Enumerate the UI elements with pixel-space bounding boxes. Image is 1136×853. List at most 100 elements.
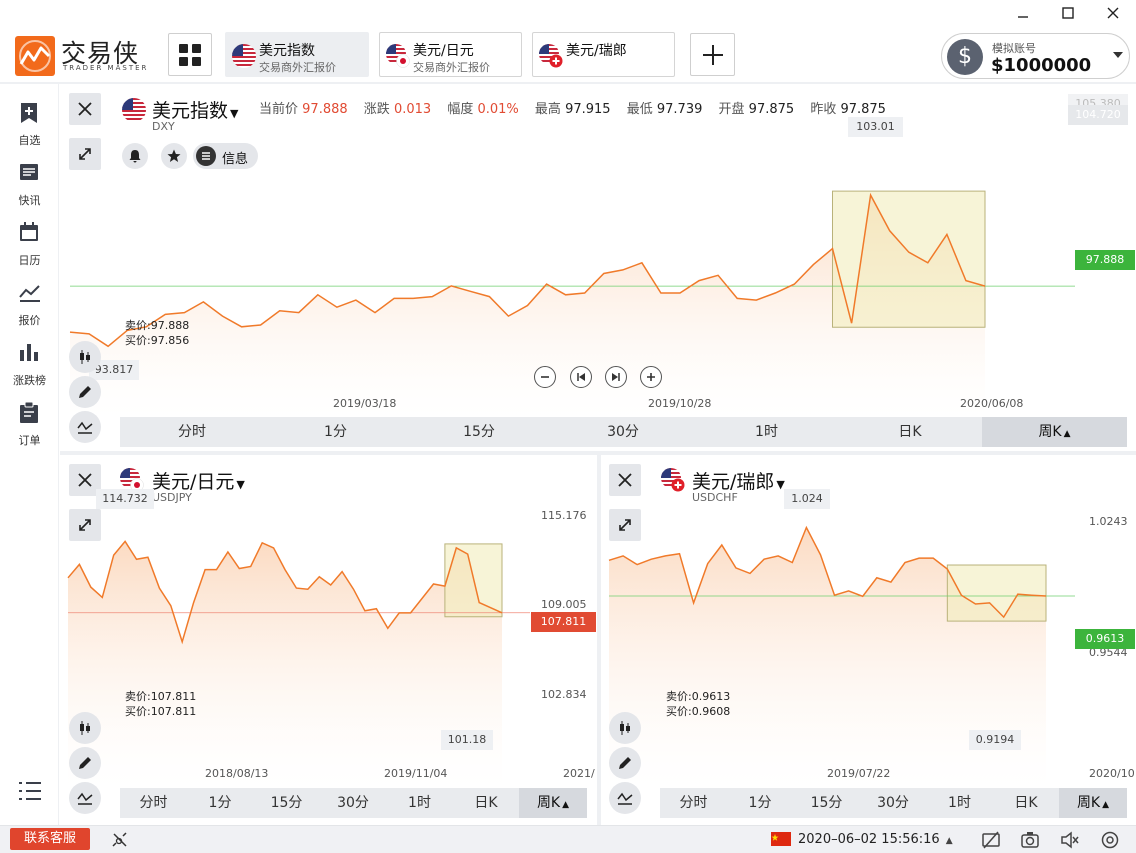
info-button[interactable]: 信息 (193, 143, 258, 169)
tf-button[interactable]: 30分 (320, 788, 386, 818)
jump-start-button[interactable] (570, 366, 592, 388)
tf-button[interactable]: 15分 (407, 417, 551, 447)
clipboard-icon (20, 402, 38, 423)
connection-icon[interactable] (110, 830, 130, 850)
sidebar-item-watchlist[interactable]: 自选 (0, 92, 59, 148)
candlestick-button[interactable] (69, 712, 101, 744)
candlestick-button[interactable] (609, 712, 641, 744)
star-icon (167, 149, 181, 162)
pencil-icon (79, 757, 91, 769)
indicator-button[interactable] (609, 782, 641, 814)
symbol-title[interactable]: 美元指数 ▼ (152, 96, 238, 123)
screen-off-icon[interactable] (981, 830, 1001, 850)
caret-up-icon: ▲ (945, 836, 953, 846)
tf-button[interactable]: 1分 (187, 788, 253, 818)
tab-usdjpy[interactable]: 美元/日元 交易商外汇报价 (379, 32, 522, 77)
camera-icon[interactable] (1020, 830, 1040, 850)
timeframe-bar: 分时 1分 15分 30分 1时 日K 周K ▲ (660, 788, 1127, 818)
sidebar-item-quotes[interactable]: 报价 (0, 272, 59, 328)
draw-tool-button[interactable] (69, 376, 101, 408)
indicator-button[interactable] (69, 782, 101, 814)
symbol-title[interactable]: 美元/日元 ▼ (152, 467, 245, 494)
candlestick-icon (80, 350, 90, 364)
tf-button[interactable]: 1时 (386, 788, 453, 818)
quote-high: 97.915 (565, 102, 611, 117)
draw-tool-button[interactable] (69, 747, 101, 779)
candlestick-icon (620, 721, 630, 735)
tf-button[interactable]: 30分 (860, 788, 926, 818)
high-callout: 103.01 (848, 117, 903, 137)
expand-icon (619, 519, 631, 531)
tf-button[interactable]: 15分 (793, 788, 860, 818)
maximize-button[interactable] (1045, 0, 1091, 26)
tf-button[interactable]: 分时 (120, 788, 187, 818)
add-tab-button[interactable] (690, 33, 735, 76)
symbol-title[interactable]: 美元/瑞郎 ▼ (692, 467, 785, 494)
expand-chart-button[interactable] (609, 509, 641, 541)
tab-subtitle: 交易商外汇报价 (413, 61, 490, 74)
settings-icon[interactable] (1100, 830, 1120, 850)
tab-usdchf[interactable]: 美元/瑞郎 (532, 32, 675, 77)
sidebar-label: 报价 (18, 314, 41, 327)
tf-button[interactable]: 1时 (695, 417, 838, 447)
symbol-name: 美元/日元 (152, 471, 235, 493)
sidebar-item-orders[interactable]: 订单 (0, 392, 59, 448)
high-callout: 1.024 (784, 489, 830, 509)
tf-button-active[interactable]: 周K ▲ (982, 417, 1127, 447)
favorite-button[interactable] (161, 143, 187, 169)
zoom-out-button[interactable] (534, 366, 556, 388)
tf-button[interactable]: 分时 (120, 417, 264, 447)
high-callout: 114.732 (96, 489, 154, 509)
tf-button[interactable]: 日K (453, 788, 519, 818)
area-fill (68, 541, 502, 788)
dollar-icon: $ (947, 39, 983, 75)
candlestick-button[interactable] (69, 341, 101, 373)
tab-dxy[interactable]: 美元指数 交易商外汇报价 (225, 32, 369, 77)
sell-price: 卖价:107.811 (125, 690, 197, 703)
account-selector[interactable]: $ 模拟账号 $1000000 (941, 33, 1130, 79)
tf-button[interactable]: 日K (838, 417, 982, 447)
menu-list-icon[interactable] (18, 780, 42, 802)
symbol-code: USDCHF (692, 491, 738, 504)
expand-icon (79, 519, 91, 531)
alert-button[interactable] (122, 143, 148, 169)
sidebar-label: 涨跌榜 (13, 374, 46, 387)
caret-down-icon (1113, 52, 1123, 58)
buy-price: 买价:0.9608 (666, 705, 731, 718)
quote-open: 97.875 (748, 102, 795, 117)
mute-icon[interactable] (1060, 830, 1080, 850)
low-callout: 0.9194 (969, 730, 1021, 750)
calendar-icon (20, 222, 38, 241)
close-chart-button[interactable] (609, 464, 641, 496)
indicator-button[interactable] (69, 411, 101, 443)
expand-chart-button[interactable] (69, 138, 101, 170)
app-window: 交易侠 TRADER MASTER 美元指数 交易商外汇报价 美元/日元 交易商… (0, 0, 1136, 853)
tf-button[interactable]: 30分 (551, 417, 695, 447)
sidebar-label: 订单 (18, 434, 41, 447)
x-axis-date: 2021/ (563, 767, 595, 780)
tf-button[interactable]: 分时 (660, 788, 727, 818)
caret-up-icon: ▲ (562, 800, 570, 810)
expand-chart-button[interactable] (69, 509, 101, 541)
jump-end-button[interactable] (605, 366, 627, 388)
close-window-button[interactable] (1090, 0, 1136, 26)
sidebar-item-movers[interactable]: 涨跌榜 (0, 332, 59, 388)
tf-button-active[interactable]: 周K ▲ (1059, 788, 1127, 818)
tf-button[interactable]: 日K (993, 788, 1059, 818)
minimize-button[interactable] (1000, 0, 1046, 26)
tf-button-active[interactable]: 周K ▲ (519, 788, 587, 818)
close-chart-button[interactable] (69, 93, 101, 125)
x-axis-date: 2019/07/22 (827, 767, 891, 780)
draw-tool-button[interactable] (609, 747, 641, 779)
zoom-in-button[interactable] (640, 366, 662, 388)
layout-grid-button[interactable] (168, 33, 212, 76)
us-jp-flag-icon (386, 44, 410, 68)
sidebar-item-calendar[interactable]: 日历 (0, 212, 59, 268)
tf-button[interactable]: 15分 (253, 788, 320, 818)
sidebar-item-news[interactable]: 快讯 (0, 152, 59, 208)
contact-support-button[interactable]: 联系客服 (10, 828, 90, 850)
tf-button[interactable]: 1分 (727, 788, 793, 818)
tf-button[interactable]: 1分 (264, 417, 407, 447)
x-axis-date: 2019/10/28 (648, 397, 712, 410)
tf-button[interactable]: 1时 (926, 788, 993, 818)
